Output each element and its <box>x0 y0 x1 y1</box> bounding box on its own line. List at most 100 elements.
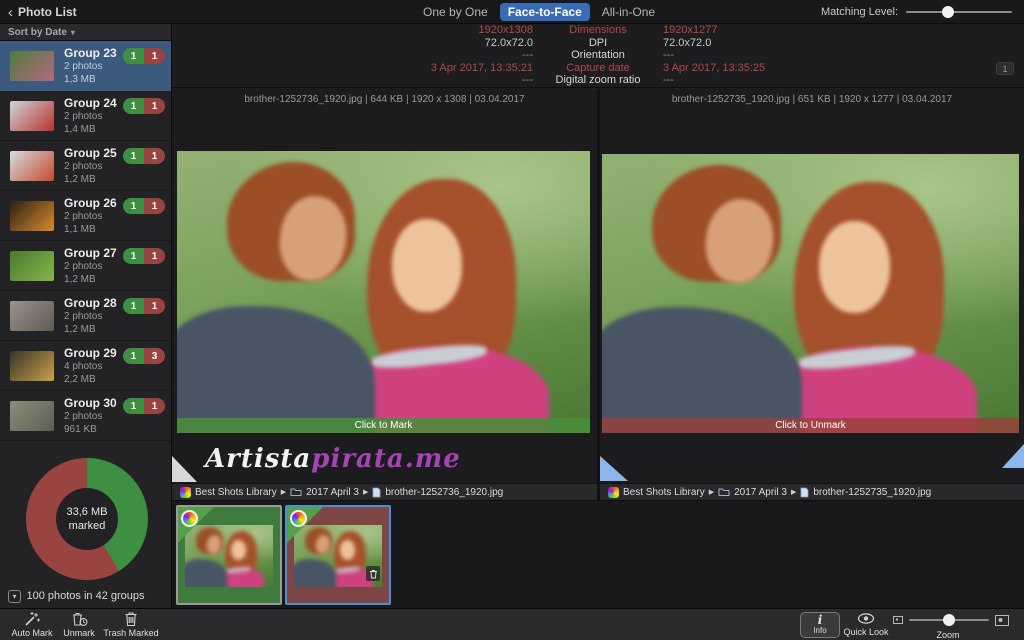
watermark: Artistapirata.me <box>205 444 461 474</box>
group-row[interactable]: Group 27 2 photos 1,2 MB 11 <box>0 241 171 291</box>
group-sidebar: Sort by Date ▾ Group 23 2 photos 1,3 MB … <box>0 24 172 608</box>
left-breadcrumb[interactable]: Best Shots Library ▶ 2017 April 3 ▶ brot… <box>172 483 597 500</box>
info-button[interactable]: i Info <box>800 612 840 638</box>
group-photo-count: 2 photos <box>64 60 117 73</box>
group-row[interactable]: Group 28 2 photos 1,2 MB 11 <box>0 291 171 341</box>
top-toolbar: ‹ Photo List One by One Face-to-Face All… <box>0 0 1024 24</box>
group-marked-badge: 1 <box>144 198 165 214</box>
breadcrumb-arrow-icon: ▶ <box>363 488 368 496</box>
quick-look-button[interactable]: Quick Look <box>838 611 894 637</box>
left-photo[interactable]: Click to Mark <box>177 151 590 433</box>
breadcrumb-folder[interactable]: 2017 April 3 <box>734 487 787 498</box>
photos-app-icon <box>180 487 191 498</box>
click-to-unmark-bar[interactable]: Click to Unmark <box>602 418 1019 433</box>
meta-left-value: 1920x1308 <box>172 24 533 36</box>
group-size: 1,3 MB <box>64 73 117 86</box>
group-row[interactable]: Group 29 4 photos 2,2 MB 13 <box>0 341 171 391</box>
slider-track <box>906 11 1012 13</box>
bottom-toolbar: Auto Mark Unmark Trash Marked i Info <box>0 608 1024 640</box>
group-row[interactable]: Group 26 2 photos 1,1 MB 11 <box>0 191 171 241</box>
trash-marked-button[interactable]: Trash Marked <box>100 611 162 638</box>
zoom-thumb[interactable] <box>943 614 955 626</box>
marked-size-value: 33,6 MB <box>67 505 108 519</box>
group-photo-count: 2 photos <box>64 110 117 123</box>
sort-label: Sort by Date <box>8 27 67 38</box>
group-row[interactable]: Group 30 2 photos 961 KB 11 <box>0 391 171 441</box>
select-all-checkbox[interactable]: ▾ <box>8 590 21 603</box>
summary-text: 100 photos in 42 groups <box>0 590 171 602</box>
tab-all-in-one[interactable]: All-in-One <box>594 3 663 21</box>
group-kept-badge: 1 <box>123 198 144 214</box>
right-photo[interactable]: Click to Unmark <box>602 154 1019 433</box>
group-kept-badge: 1 <box>123 398 144 414</box>
zoom-control <box>893 613 1009 627</box>
photo-index-badge[interactable]: 1 <box>996 62 1014 75</box>
kids-photo-painting <box>602 154 1019 433</box>
meta-label: DPI <box>533 37 663 49</box>
matching-level-slider[interactable] <box>906 5 1012 19</box>
group-row[interactable]: Group 25 2 photos 1,2 MB 11 <box>0 141 171 191</box>
tab-one-by-one[interactable]: One by One <box>415 3 496 21</box>
breadcrumb-file[interactable]: brother-1252736_1920.jpg <box>385 487 503 498</box>
click-to-mark-bar[interactable]: Click to Mark <box>177 418 590 433</box>
group-thumb <box>10 351 54 381</box>
group-size: 1,4 MB <box>64 123 117 136</box>
thumbnail-marked-photo[interactable] <box>285 505 391 605</box>
group-thumb <box>10 401 54 431</box>
group-marked-badge: 1 <box>144 398 165 414</box>
group-row[interactable]: Group 23 2 photos 1,3 MB 11 <box>0 41 171 91</box>
metadata-row: 1920x1308 Dimensions 1920x1277 <box>172 24 1024 36</box>
matching-level-thumb[interactable] <box>942 6 954 18</box>
group-thumb <box>10 201 54 231</box>
tab-face-to-face[interactable]: Face-to-Face <box>500 3 590 21</box>
group-marked-badge: 1 <box>144 48 165 64</box>
group-marked-badge: 1 <box>144 148 165 164</box>
caret-down-icon: ▾ <box>71 28 75 37</box>
right-photo-panel: brother-1252735_1920.jpg | 651 KB | 1920… <box>600 89 1024 500</box>
file-icon <box>800 487 809 498</box>
sort-by-dropdown[interactable]: Sort by Date ▾ <box>0 24 171 41</box>
page-corner-blue-icon <box>1002 444 1024 468</box>
thumbnail-kept-photo[interactable] <box>176 505 282 605</box>
group-marked-badge: 1 <box>144 98 165 114</box>
breadcrumb-folder[interactable]: 2017 April 3 <box>306 487 359 498</box>
donut-center-label: 33,6 MB marked <box>56 488 118 550</box>
compare-area: 1920x1308 Dimensions 1920x1277 72.0x72.0… <box>172 24 1024 608</box>
breadcrumb-library[interactable]: Best Shots Library <box>623 487 705 498</box>
breadcrumb-file[interactable]: brother-1252735_1920.jpg <box>813 487 931 498</box>
thumbnail-photo <box>185 525 273 587</box>
group-photo-count: 2 photos <box>64 410 117 423</box>
unmark-button[interactable]: Unmark <box>56 611 102 638</box>
group-thumbnail-strip <box>172 500 1024 608</box>
trash-marked-label: Trash Marked <box>103 628 158 638</box>
zoom-slider[interactable] <box>909 613 989 627</box>
info-icon: i <box>818 615 823 626</box>
right-breadcrumb[interactable]: Best Shots Library ▶ 2017 April 3 ▶ brot… <box>600 483 1024 500</box>
quick-look-label: Quick Look <box>843 627 888 637</box>
folder-icon <box>718 487 730 497</box>
left-photo-panel: brother-1252736_1920.jpg | 644 KB | 1920… <box>172 89 597 500</box>
group-size: 1,1 MB <box>64 223 117 236</box>
folder-icon <box>290 487 302 497</box>
metadata-row: 72.0x72.0 DPI 72.0x72.0 <box>172 37 1024 49</box>
breadcrumb-library[interactable]: Best Shots Library <box>195 487 277 498</box>
group-badge: 11 <box>123 48 165 64</box>
group-size: 2,2 MB <box>64 373 117 386</box>
back-button[interactable]: ‹ Photo List <box>8 0 77 24</box>
kids-photo-painting <box>177 151 590 433</box>
group-badge: 13 <box>123 348 165 364</box>
group-photo-count: 2 photos <box>64 210 117 223</box>
group-kept-badge: 1 <box>123 148 144 164</box>
auto-mark-label: Auto Mark <box>11 628 52 638</box>
group-badge: 11 <box>123 298 165 314</box>
watermark-purple-part: pirata.me <box>311 444 461 474</box>
breadcrumb-arrow-icon: ▶ <box>281 488 286 496</box>
meta-label: Capture date <box>533 62 663 74</box>
meta-left-value: --- <box>172 74 533 86</box>
view-mode-tabs: One by One Face-to-Face All-in-One <box>415 2 663 22</box>
photos-app-icon <box>608 487 619 498</box>
group-kept-badge: 1 <box>123 248 144 264</box>
auto-mark-button[interactable]: Auto Mark <box>8 611 56 638</box>
back-chevron-icon: ‹ <box>8 5 13 20</box>
group-row[interactable]: Group 24 2 photos 1,4 MB 11 <box>0 91 171 141</box>
